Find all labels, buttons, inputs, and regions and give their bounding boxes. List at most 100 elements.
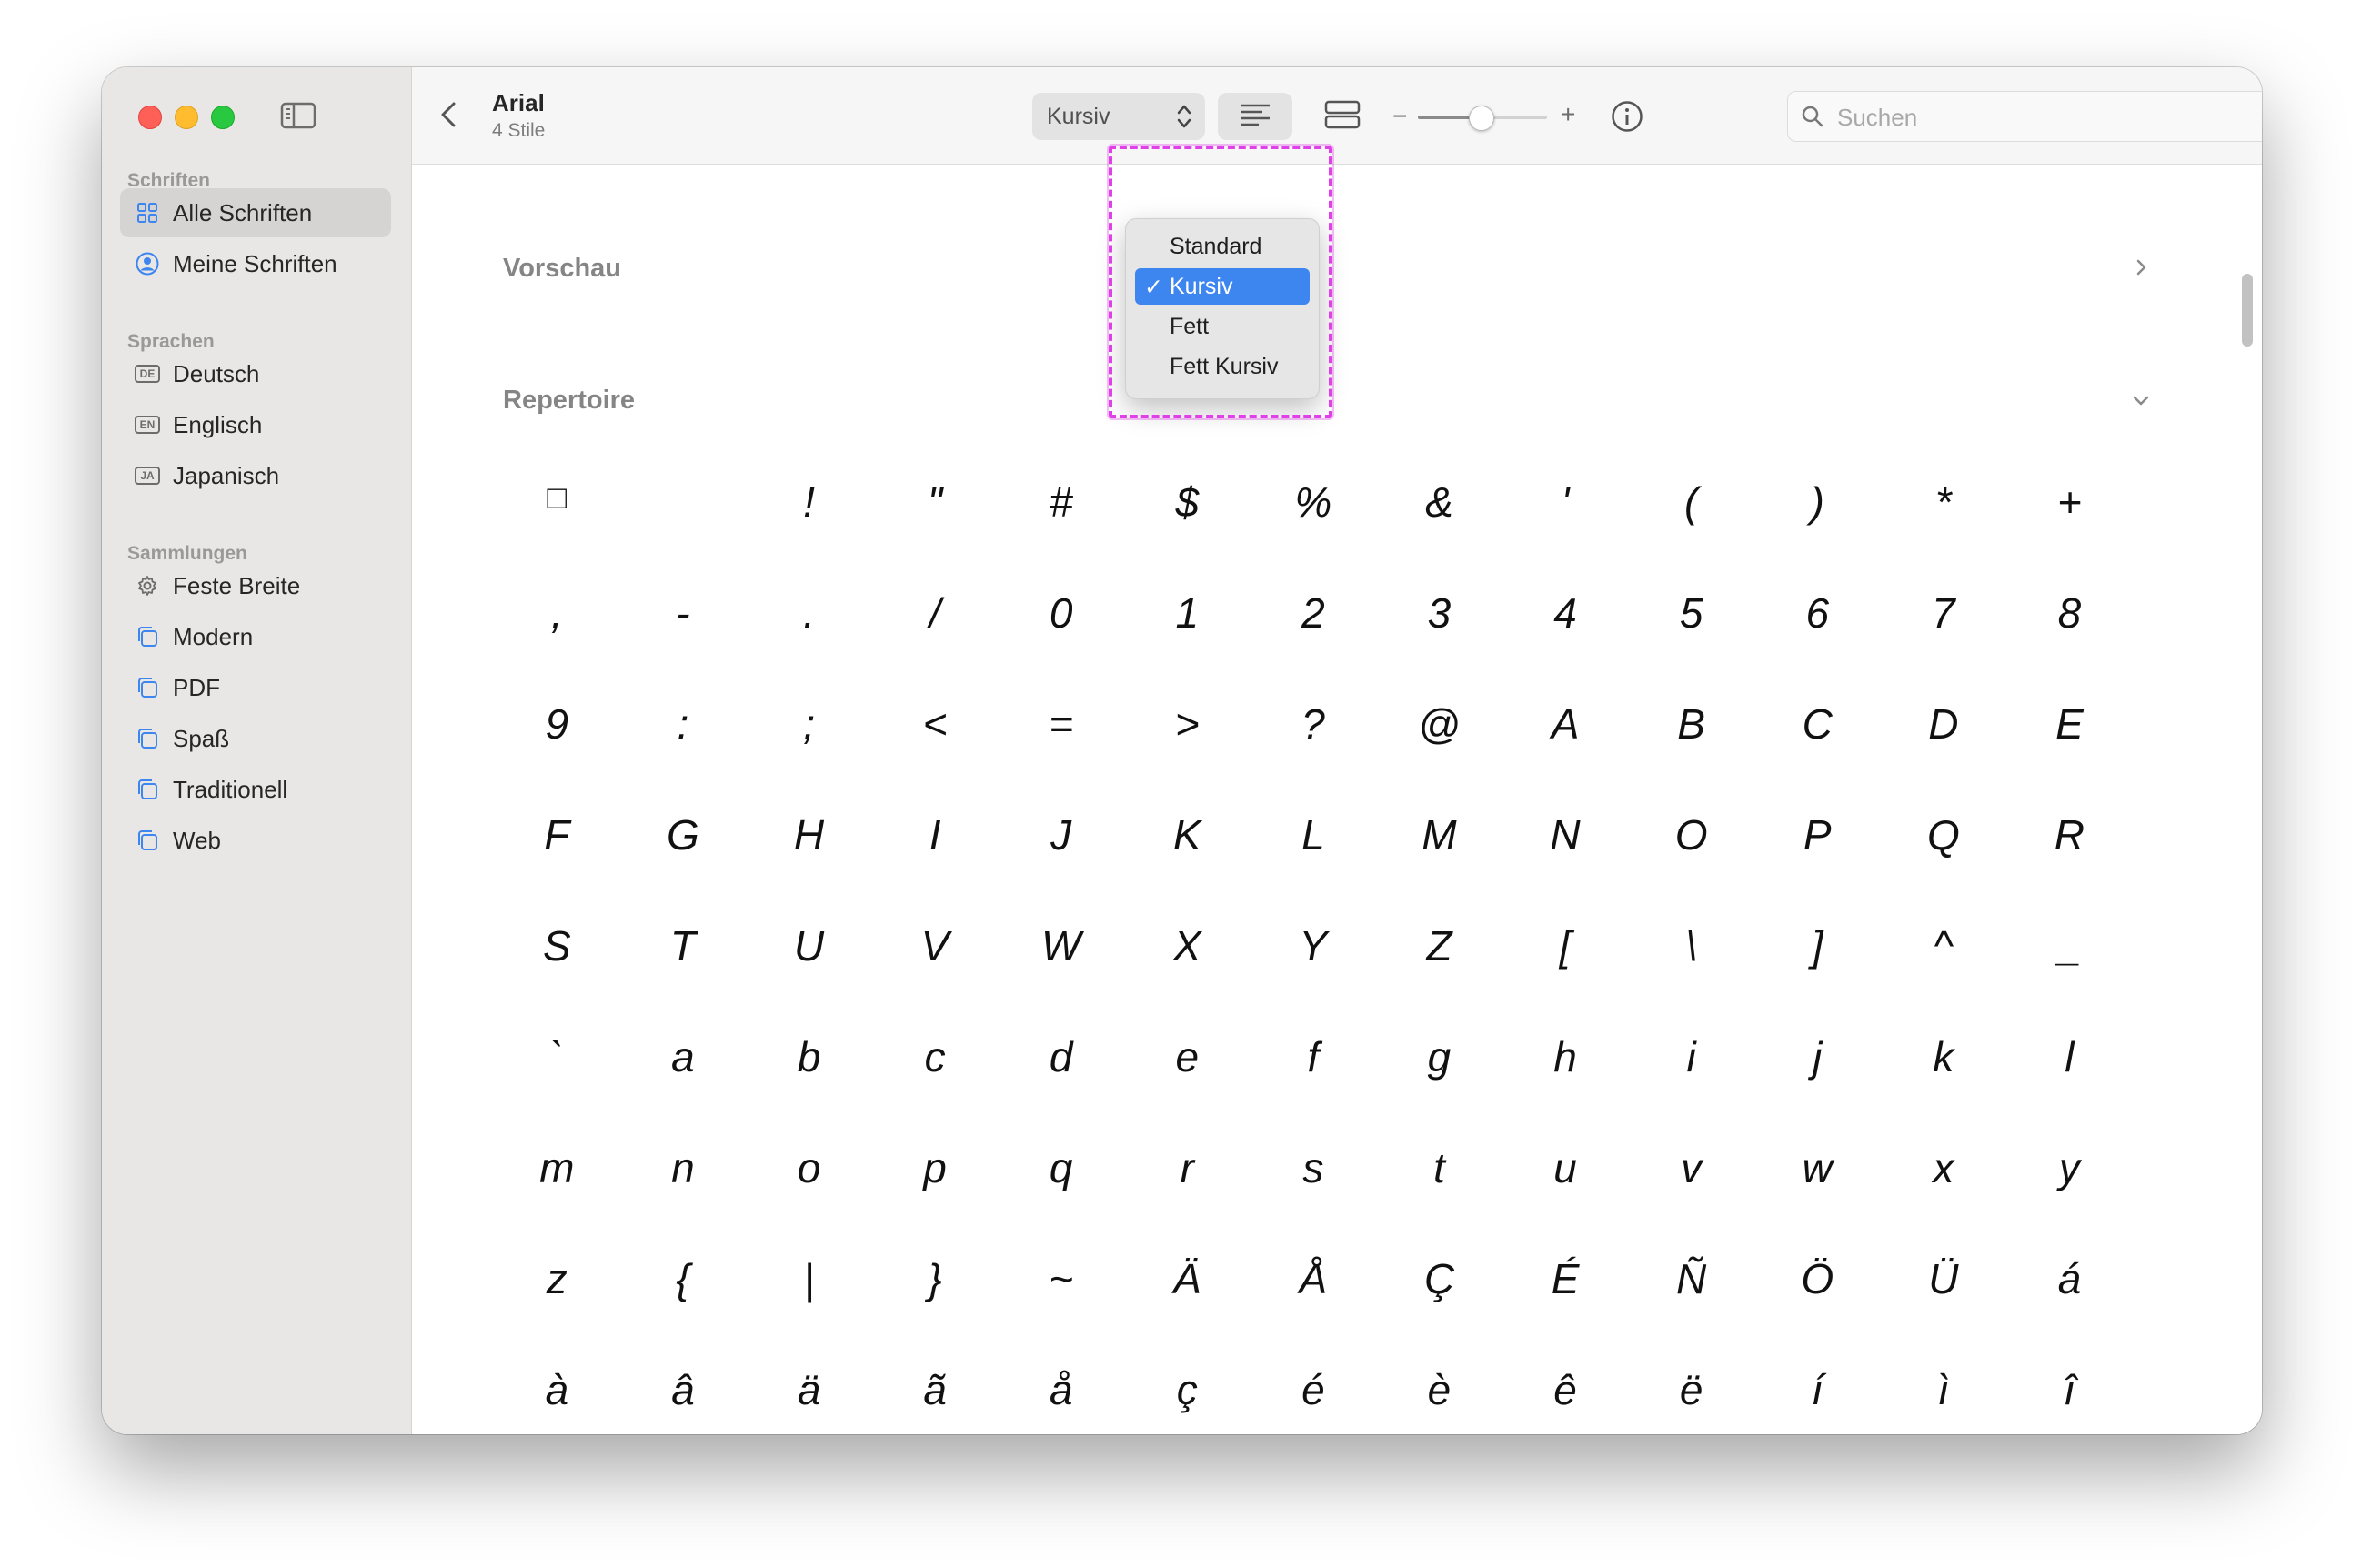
glyph-cell[interactable]: H — [746, 814, 872, 925]
glyph-cell[interactable]: Ö — [1754, 1258, 1881, 1369]
glyph-cell[interactable]: a — [620, 1036, 747, 1147]
glyph-cell[interactable]: 6 — [1754, 592, 1881, 703]
glyph-cell[interactable]: ( — [1628, 481, 1754, 592]
sidebar-item-deutsch[interactable]: DE Deutsch — [120, 349, 391, 398]
glyph-cell[interactable]: P — [1754, 814, 1881, 925]
glyph-cell[interactable]: T — [620, 925, 747, 1036]
glyph-cell[interactable]: ~ — [998, 1258, 1124, 1369]
chevron-down-icon[interactable] — [2131, 390, 2151, 410]
glyph-cell[interactable]: J — [998, 814, 1124, 925]
glyph-cell[interactable]: & — [1376, 481, 1502, 592]
glyph-cell[interactable]: x — [1881, 1147, 2007, 1258]
glyph-cell[interactable]: ç — [1124, 1369, 1251, 1434]
glyph-cell[interactable]: c — [872, 1036, 999, 1147]
glyph-cell[interactable]: k — [1881, 1036, 2007, 1147]
sidebar-item-spass[interactable]: Spaß — [120, 714, 391, 763]
sidebar-item-pdf[interactable]: PDF — [120, 663, 391, 712]
glyph-cell[interactable]: 9 — [494, 703, 620, 814]
glyph-cell[interactable]: â — [620, 1369, 747, 1434]
glyph-cell[interactable]: $ — [1124, 481, 1251, 592]
glyph-cell[interactable]: { — [620, 1258, 747, 1369]
glyph-cell[interactable]: D — [1881, 703, 2007, 814]
glyph-cell[interactable]: r — [1124, 1147, 1251, 1258]
glyph-cell[interactable]: [ — [1502, 925, 1629, 1036]
glyph-cell[interactable]: 0 — [998, 592, 1124, 703]
glyph-cell[interactable]: A — [1502, 703, 1629, 814]
glyph-cell[interactable]: = — [998, 703, 1124, 814]
glyph-cell[interactable]: i — [1628, 1036, 1754, 1147]
repertoire-section-title[interactable]: Repertoire — [503, 386, 635, 416]
glyph-cell[interactable]: | — [746, 1258, 872, 1369]
glyph-cell[interactable]: < — [872, 703, 999, 814]
back-chevron-icon[interactable] — [437, 100, 459, 129]
glyph-cell[interactable]: - — [620, 592, 747, 703]
glyph-cell[interactable]: V — [872, 925, 999, 1036]
glyph-cell[interactable]: p — [872, 1147, 999, 1258]
glyph-cell[interactable]: \ — [1628, 925, 1754, 1036]
style-select[interactable]: Kursiv — [1032, 93, 1205, 140]
glyph-cell[interactable]: u — [1502, 1147, 1629, 1258]
glyph-cell[interactable]: } — [872, 1258, 999, 1369]
glyph-cell[interactable]: Ä — [1124, 1258, 1251, 1369]
text-view-button[interactable] — [1218, 93, 1292, 140]
zoom-out-icon[interactable]: − — [1392, 102, 1407, 131]
glyph-cell[interactable]: o — [746, 1147, 872, 1258]
sidebar-toggle-icon[interactable] — [280, 102, 316, 129]
glyph-cell[interactable]: d — [998, 1036, 1124, 1147]
glyph-cell[interactable]: % — [1251, 481, 1377, 592]
glyph-cell[interactable]: s — [1251, 1147, 1377, 1258]
glyph-cell[interactable]: N — [1502, 814, 1629, 925]
glyph-cell[interactable]: Ç — [1376, 1258, 1502, 1369]
size-slider-knob[interactable] — [1469, 106, 1494, 131]
glyph-cell[interactable]: O — [1628, 814, 1754, 925]
glyph-cell[interactable] — [620, 481, 747, 592]
glyph-cell[interactable]: / — [872, 592, 999, 703]
glyph-cell[interactable]: g — [1376, 1036, 1502, 1147]
glyph-cell[interactable]: í — [1754, 1369, 1881, 1434]
info-icon[interactable] — [1611, 100, 1643, 133]
sidebar-item-traditionell[interactable]: Traditionell — [120, 765, 391, 814]
glyph-cell[interactable]: F — [494, 814, 620, 925]
vertical-scrollbar[interactable] — [2242, 274, 2253, 347]
search-input[interactable] — [1835, 99, 2262, 136]
glyph-cell[interactable]: 3 — [1376, 592, 1502, 703]
glyph-cell[interactable]: j — [1754, 1036, 1881, 1147]
glyph-cell[interactable]: □ — [494, 481, 620, 592]
glyph-cell[interactable]: 2 — [1251, 592, 1377, 703]
glyph-cell[interactable]: å — [998, 1369, 1124, 1434]
sidebar-item-alle-schriften[interactable]: Alle Schriften — [120, 188, 391, 237]
glyph-cell[interactable]: Z — [1376, 925, 1502, 1036]
glyph-cell[interactable]: y — [2006, 1147, 2133, 1258]
zoom-in-icon[interactable]: + — [1561, 100, 1575, 129]
preview-section-title[interactable]: Vorschau — [503, 254, 621, 284]
glyph-cell[interactable]: ? — [1251, 703, 1377, 814]
sidebar-item-meine-schriften[interactable]: Meine Schriften — [120, 239, 391, 288]
glyph-cell[interactable]: é — [1251, 1369, 1377, 1434]
sidebar-item-englisch[interactable]: EN Englisch — [120, 400, 391, 449]
glyph-cell[interactable]: ] — [1754, 925, 1881, 1036]
sidebar-item-feste-breite[interactable]: Feste Breite — [120, 561, 391, 610]
glyph-cell[interactable]: Ñ — [1628, 1258, 1754, 1369]
glyph-cell[interactable]: Å — [1251, 1258, 1377, 1369]
glyph-cell[interactable]: X — [1124, 925, 1251, 1036]
glyph-cell[interactable]: _ — [2006, 925, 2133, 1036]
glyph-cell[interactable]: > — [1124, 703, 1251, 814]
glyph-cell[interactable]: R — [2006, 814, 2133, 925]
zoom-window-button[interactable] — [211, 106, 235, 129]
glyph-cell[interactable]: 5 — [1628, 592, 1754, 703]
glyph-cell[interactable]: l — [2006, 1036, 2133, 1147]
glyph-cell[interactable]: M — [1376, 814, 1502, 925]
glyph-cell[interactable]: , — [494, 592, 620, 703]
glyph-cell[interactable]: è — [1376, 1369, 1502, 1434]
glyph-cell[interactable]: ã — [872, 1369, 999, 1434]
glyph-cell[interactable]: ) — [1754, 481, 1881, 592]
glyph-cell[interactable]: Ü — [1881, 1258, 2007, 1369]
glyph-cell[interactable]: " — [872, 481, 999, 592]
glyph-cell[interactable]: m — [494, 1147, 620, 1258]
glyph-cell[interactable]: @ — [1376, 703, 1502, 814]
glyph-cell[interactable]: à — [494, 1369, 620, 1434]
glyph-cell[interactable]: á — [2006, 1258, 2133, 1369]
glyph-cell[interactable]: E — [2006, 703, 2133, 814]
glyph-cell[interactable]: ! — [746, 481, 872, 592]
glyph-cell[interactable]: z — [494, 1258, 620, 1369]
